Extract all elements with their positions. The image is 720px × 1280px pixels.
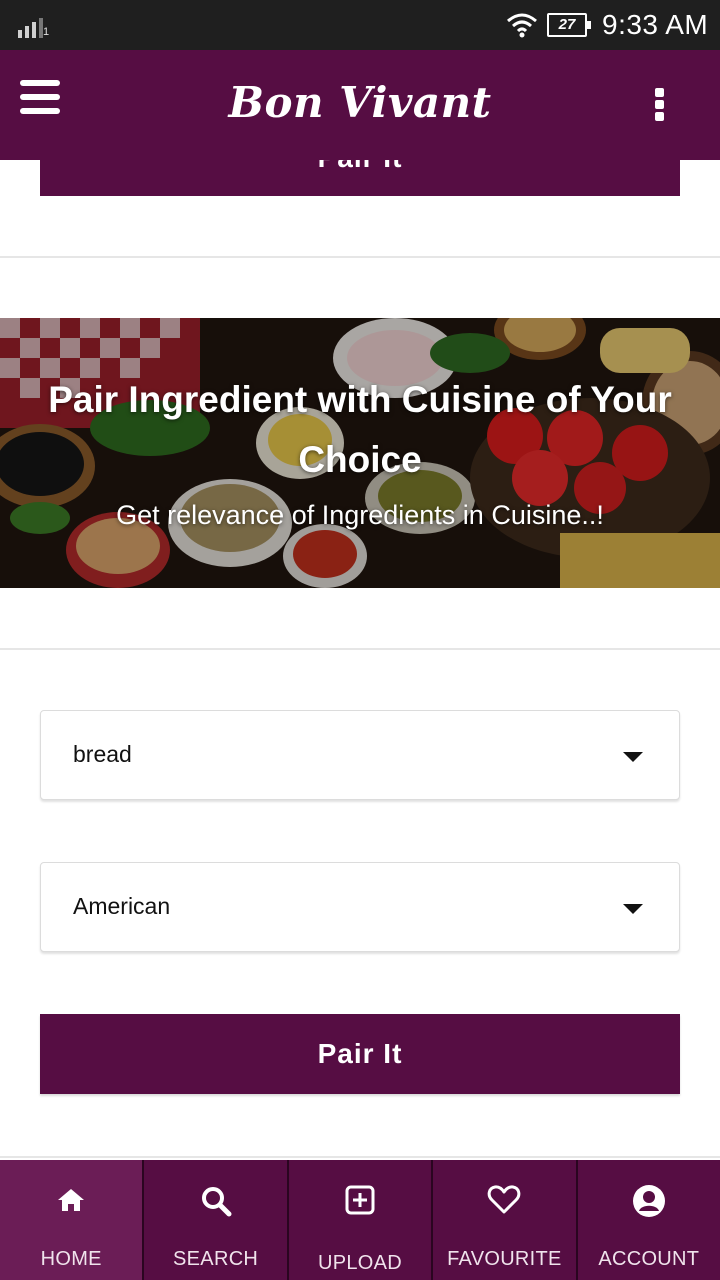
- pair-it-button[interactable]: Pair It: [40, 1014, 680, 1094]
- nav-item-upload[interactable]: UPLOAD: [286, 1160, 431, 1280]
- status-clock: 9:33 AM: [602, 9, 709, 40]
- upload-icon: [345, 1185, 375, 1215]
- hero-banner: Pair Ingredient with Cuisine of Your Cho…: [0, 318, 720, 588]
- search-icon: [201, 1187, 232, 1217]
- app-bar: Bon Vivant: [0, 50, 720, 160]
- hero-subtitle: Get relevance of Ingredients in Cuisine.…: [116, 500, 604, 530]
- divider: [0, 648, 720, 650]
- nav-label-home: HOME: [40, 1248, 102, 1270]
- hero-title: Pair Ingredient with Cuisine of Your Cho…: [48, 379, 672, 480]
- cuisine-select-value: American: [73, 893, 171, 919]
- more-vert-icon[interactable]: [650, 88, 670, 122]
- nav-label-upload: UPLOAD: [317, 1252, 403, 1274]
- battery-icon: 27: [547, 13, 591, 37]
- nav-label-favourite: FAVOURITE: [447, 1248, 562, 1270]
- chevron-down-icon: [623, 752, 643, 762]
- ingredient-select[interactable]: bread: [40, 710, 680, 800]
- divider: [0, 256, 720, 258]
- heart-icon: [488, 1185, 521, 1214]
- chevron-down-icon: [623, 904, 643, 914]
- cuisine-select[interactable]: American: [40, 862, 680, 952]
- home-icon: [58, 1189, 85, 1211]
- app-title: Bon Vivant: [228, 78, 492, 127]
- nav-label-search: SEARCH: [173, 1248, 259, 1270]
- nav-item-home[interactable]: HOME: [0, 1160, 143, 1280]
- wifi-icon: [507, 13, 537, 38]
- divider: [0, 1156, 720, 1158]
- status-bar: 1 27 9:33 AM: [0, 0, 720, 50]
- signal-sim-label: 1: [43, 26, 50, 38]
- nav-item-account[interactable]: ACCOUNT: [575, 1160, 720, 1280]
- account-icon: [632, 1185, 665, 1217]
- nav-label-account: ACCOUNT: [598, 1248, 700, 1270]
- bottom-nav: HOME SEARCH UPLOAD FAVOURITE ACCOUNT: [0, 1160, 720, 1280]
- nav-item-favourite[interactable]: FAVOURITE: [431, 1160, 575, 1280]
- ingredient-select-value: bread: [73, 741, 132, 767]
- nav-item-search[interactable]: SEARCH: [142, 1160, 286, 1280]
